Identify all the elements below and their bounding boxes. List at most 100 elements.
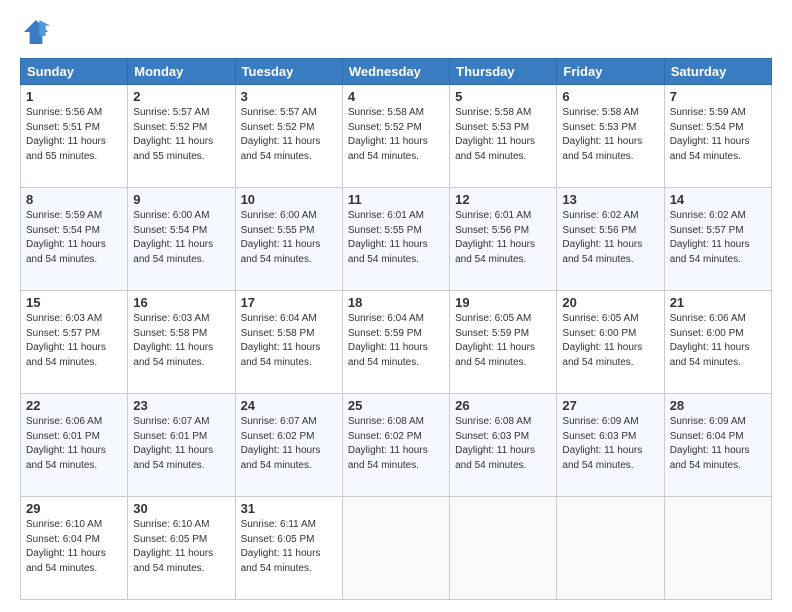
cell-info: Sunrise: 6:03 AMSunset: 5:57 PMDaylight:… [26,313,106,368]
calendar-cell: 3 Sunrise: 5:57 AMSunset: 5:52 PMDaylight… [235,85,342,188]
logo [20,16,58,48]
day-number: 7 [670,89,766,104]
calendar-cell: 8Sunrise: 5:59 AMSunset: 5:54 PMDaylight… [21,188,128,291]
day-number: 4 [348,89,444,104]
calendar-cell: 2 Sunrise: 5:57 AMSunset: 5:52 PMDaylight… [128,85,235,188]
cell-info: Sunrise: 5:56 AMSunset: 5:51 PMDaylight:… [26,107,106,162]
day-number: 10 [241,192,337,207]
cell-info: Sunrise: 5:57 AMSunset: 5:52 PMDaylight:… [241,107,321,162]
calendar-cell: 17 Sunrise: 6:04 AMSunset: 5:58 PMDayligh… [235,291,342,394]
calendar-cell: 4 Sunrise: 5:58 AMSunset: 5:52 PMDaylight… [342,85,449,188]
day-number: 12 [455,192,551,207]
cell-info: Sunrise: 6:04 AMSunset: 5:59 PMDaylight:… [348,313,428,368]
calendar-cell: 7 Sunrise: 5:59 AMSunset: 5:54 PMDaylight… [664,85,771,188]
calendar-cell: 5 Sunrise: 5:58 AMSunset: 5:53 PMDaylight… [450,85,557,188]
calendar-week-row: 8Sunrise: 5:59 AMSunset: 5:54 PMDaylight… [21,188,772,291]
cell-info: Sunrise: 6:05 AMSunset: 6:00 PMDaylight:… [562,313,642,368]
day-number: 9 [133,192,229,207]
calendar-cell [557,497,664,600]
calendar-cell: 27 Sunrise: 6:09 AMSunset: 6:03 PMDayligh… [557,394,664,497]
day-number: 19 [455,295,551,310]
day-number: 17 [241,295,337,310]
cell-info: Sunrise: 6:10 AMSunset: 6:04 PMDaylight:… [26,519,106,574]
day-number: 5 [455,89,551,104]
day-number: 15 [26,295,122,310]
cell-info: Sunrise: 6:10 AMSunset: 6:05 PMDaylight:… [133,519,213,574]
calendar-week-row: 1 Sunrise: 5:56 AMSunset: 5:51 PMDaylight… [21,85,772,188]
day-number: 25 [348,398,444,413]
calendar-cell [342,497,449,600]
calendar-cell: 30 Sunrise: 6:10 AMSunset: 6:05 PMDayligh… [128,497,235,600]
calendar-table: SundayMondayTuesdayWednesdayThursdayFrid… [20,58,772,600]
calendar-cell: 25Sunrise: 6:08 AMSunset: 6:02 PMDayligh… [342,394,449,497]
day-number: 26 [455,398,551,413]
calendar-week-row: 29 Sunrise: 6:10 AMSunset: 6:04 PMDayligh… [21,497,772,600]
cell-info: Sunrise: 6:00 AMSunset: 5:54 PMDaylight:… [133,210,213,265]
page: SundayMondayTuesdayWednesdayThursdayFrid… [0,0,792,612]
cell-info: Sunrise: 6:05 AMSunset: 5:59 PMDaylight:… [455,313,535,368]
cell-info: Sunrise: 6:02 AMSunset: 5:57 PMDaylight:… [670,210,750,265]
day-number: 27 [562,398,658,413]
calendar-cell: 14 Sunrise: 6:02 AMSunset: 5:57 PMDayligh… [664,188,771,291]
cell-info: Sunrise: 5:58 AMSunset: 5:52 PMDaylight:… [348,107,428,162]
cell-info: Sunrise: 6:00 AMSunset: 5:55 PMDaylight:… [241,210,321,265]
cell-info: Sunrise: 5:59 AMSunset: 5:54 PMDaylight:… [670,107,750,162]
calendar-header-saturday: Saturday [664,59,771,85]
day-number: 18 [348,295,444,310]
cell-info: Sunrise: 6:01 AMSunset: 5:56 PMDaylight:… [455,210,535,265]
day-number: 11 [348,192,444,207]
cell-info: Sunrise: 6:04 AMSunset: 5:58 PMDaylight:… [241,313,321,368]
day-number: 1 [26,89,122,104]
calendar-cell: 24 Sunrise: 6:07 AMSunset: 6:02 PMDayligh… [235,394,342,497]
cell-info: Sunrise: 6:06 AMSunset: 6:00 PMDaylight:… [670,313,750,368]
calendar-week-row: 22 Sunrise: 6:06 AMSunset: 6:01 PMDayligh… [21,394,772,497]
day-number: 6 [562,89,658,104]
day-number: 14 [670,192,766,207]
calendar-cell: 26 Sunrise: 6:08 AMSunset: 6:03 PMDayligh… [450,394,557,497]
calendar-header-row: SundayMondayTuesdayWednesdayThursdayFrid… [21,59,772,85]
cell-info: Sunrise: 6:01 AMSunset: 5:55 PMDaylight:… [348,210,428,265]
cell-info: Sunrise: 5:57 AMSunset: 5:52 PMDaylight:… [133,107,213,162]
calendar-cell: 12 Sunrise: 6:01 AMSunset: 5:56 PMDayligh… [450,188,557,291]
logo-icon [20,16,52,48]
day-number: 13 [562,192,658,207]
cell-info: Sunrise: 5:58 AMSunset: 5:53 PMDaylight:… [562,107,642,162]
calendar-cell: 19 Sunrise: 6:05 AMSunset: 5:59 PMDayligh… [450,291,557,394]
calendar-cell: 22 Sunrise: 6:06 AMSunset: 6:01 PMDayligh… [21,394,128,497]
calendar-cell: 15 Sunrise: 6:03 AMSunset: 5:57 PMDayligh… [21,291,128,394]
calendar-header-wednesday: Wednesday [342,59,449,85]
header [20,16,772,48]
day-number: 2 [133,89,229,104]
calendar-cell: 28Sunrise: 6:09 AMSunset: 6:04 PMDayligh… [664,394,771,497]
cell-info: Sunrise: 6:06 AMSunset: 6:01 PMDaylight:… [26,416,106,471]
calendar-cell: 29 Sunrise: 6:10 AMSunset: 6:04 PMDayligh… [21,497,128,600]
calendar-header-thursday: Thursday [450,59,557,85]
day-number: 21 [670,295,766,310]
cell-info: Sunrise: 5:58 AMSunset: 5:53 PMDaylight:… [455,107,535,162]
calendar-header-monday: Monday [128,59,235,85]
cell-info: Sunrise: 6:07 AMSunset: 6:02 PMDaylight:… [241,416,321,471]
cell-info: Sunrise: 6:08 AMSunset: 6:03 PMDaylight:… [455,416,535,471]
cell-info: Sunrise: 6:02 AMSunset: 5:56 PMDaylight:… [562,210,642,265]
calendar-cell: 23 Sunrise: 6:07 AMSunset: 6:01 PMDayligh… [128,394,235,497]
calendar-header-tuesday: Tuesday [235,59,342,85]
calendar-cell: 18 Sunrise: 6:04 AMSunset: 5:59 PMDayligh… [342,291,449,394]
day-number: 29 [26,501,122,516]
calendar-cell: 11 Sunrise: 6:01 AMSunset: 5:55 PMDayligh… [342,188,449,291]
day-number: 30 [133,501,229,516]
calendar-cell: 6 Sunrise: 5:58 AMSunset: 5:53 PMDaylight… [557,85,664,188]
day-number: 24 [241,398,337,413]
cell-info: Sunrise: 6:09 AMSunset: 6:04 PMDaylight:… [670,416,750,471]
cell-info: Sunrise: 6:03 AMSunset: 5:58 PMDaylight:… [133,313,213,368]
calendar-cell: 1 Sunrise: 5:56 AMSunset: 5:51 PMDaylight… [21,85,128,188]
cell-info: Sunrise: 6:09 AMSunset: 6:03 PMDaylight:… [562,416,642,471]
calendar-cell: 10 Sunrise: 6:00 AMSunset: 5:55 PMDayligh… [235,188,342,291]
calendar-header-friday: Friday [557,59,664,85]
cell-info: Sunrise: 6:07 AMSunset: 6:01 PMDaylight:… [133,416,213,471]
cell-info: Sunrise: 5:59 AMSunset: 5:54 PMDaylight:… [26,210,106,265]
calendar-cell: 9 Sunrise: 6:00 AMSunset: 5:54 PMDaylight… [128,188,235,291]
day-number: 3 [241,89,337,104]
day-number: 22 [26,398,122,413]
day-number: 23 [133,398,229,413]
day-number: 16 [133,295,229,310]
